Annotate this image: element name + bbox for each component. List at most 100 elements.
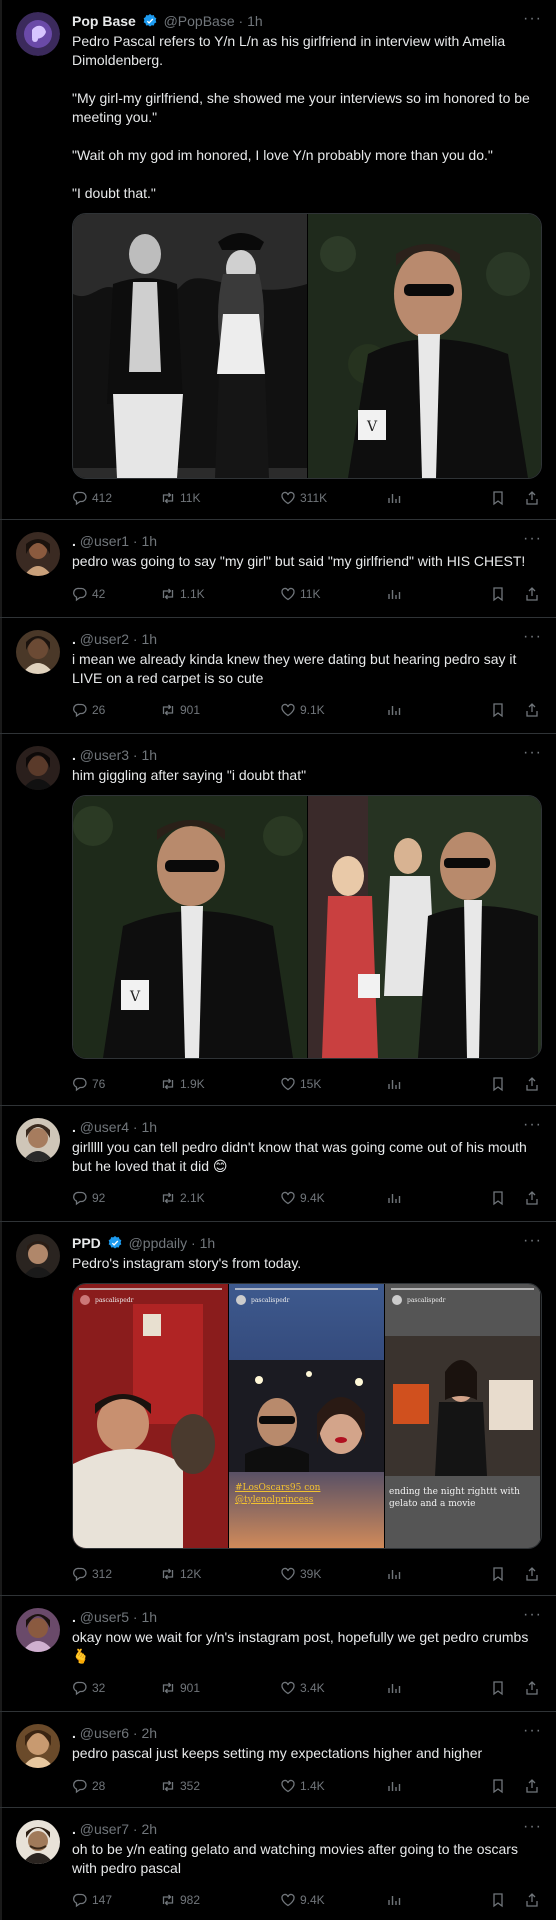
handle[interactable]: @PopBase bbox=[164, 13, 235, 29]
more-options-icon[interactable]: ··· bbox=[523, 1606, 542, 1624]
share-button[interactable] bbox=[524, 490, 540, 506]
reply-button[interactable]: 92 bbox=[72, 1190, 105, 1206]
timestamp[interactable]: 1h bbox=[141, 1609, 157, 1625]
share-button[interactable] bbox=[524, 1778, 540, 1794]
views-button[interactable] bbox=[386, 1076, 402, 1092]
views-button[interactable] bbox=[386, 1892, 402, 1908]
views-button[interactable] bbox=[386, 1778, 402, 1794]
share-button[interactable] bbox=[524, 1190, 540, 1206]
like-button[interactable]: 3.4K bbox=[280, 1680, 325, 1696]
display-name[interactable]: . bbox=[72, 533, 76, 549]
reply-button[interactable]: 147 bbox=[72, 1892, 112, 1908]
display-name[interactable]: Pop Base bbox=[72, 13, 136, 29]
retweet-button[interactable]: 901 bbox=[160, 1680, 200, 1696]
retweet-button[interactable]: 1.9K bbox=[160, 1076, 205, 1092]
display-name[interactable]: . bbox=[72, 747, 76, 763]
handle[interactable]: @user4 bbox=[80, 1119, 129, 1135]
like-button[interactable]: 11K bbox=[280, 586, 320, 602]
share-button[interactable] bbox=[524, 586, 540, 602]
like-button[interactable]: 15K bbox=[280, 1076, 321, 1092]
display-name[interactable]: . bbox=[72, 631, 76, 647]
avatar[interactable] bbox=[16, 1118, 60, 1162]
like-button[interactable]: 9.4K bbox=[280, 1892, 325, 1908]
display-name[interactable]: . bbox=[72, 1119, 76, 1135]
bookmark-button[interactable] bbox=[490, 702, 506, 718]
views-button[interactable] bbox=[386, 586, 402, 602]
retweet-button[interactable]: 1.1K bbox=[160, 586, 205, 602]
timestamp[interactable]: 1h bbox=[247, 13, 263, 29]
retweet-button[interactable]: 12K bbox=[160, 1566, 201, 1582]
reply-button[interactable]: 28 bbox=[72, 1778, 105, 1794]
display-name[interactable]: . bbox=[72, 1609, 76, 1625]
avatar[interactable] bbox=[16, 1820, 60, 1864]
avatar[interactable] bbox=[16, 532, 60, 576]
tweet-ppd[interactable]: PPD @ppdaily · 1h ··· Pedro's instagram … bbox=[0, 1222, 556, 1596]
avatar[interactable] bbox=[16, 746, 60, 790]
story-2[interactable]: pascalispedr #LosOscars95 con @tylenolpr… bbox=[229, 1284, 384, 1548]
photo-bw-couple[interactable] bbox=[73, 214, 307, 478]
share-button[interactable] bbox=[524, 702, 540, 718]
bookmark-button[interactable] bbox=[490, 1778, 506, 1794]
display-name[interactable]: . bbox=[72, 1725, 76, 1741]
tweet-media[interactable]: V bbox=[72, 795, 542, 1059]
views-button[interactable] bbox=[386, 1566, 402, 1582]
tweet-reply[interactable]: . @user4 · 1h ··· girlllll you can tell … bbox=[0, 1106, 556, 1222]
more-options-icon[interactable]: ··· bbox=[523, 628, 542, 646]
handle[interactable]: @user6 bbox=[80, 1725, 129, 1741]
bookmark-button[interactable] bbox=[490, 1190, 506, 1206]
more-options-icon[interactable]: ··· bbox=[523, 1722, 542, 1740]
display-name[interactable]: . bbox=[72, 1821, 76, 1837]
bookmark-button[interactable] bbox=[490, 1566, 506, 1582]
share-button[interactable] bbox=[524, 1076, 540, 1092]
bookmark-button[interactable] bbox=[490, 1680, 506, 1696]
tweet-reply[interactable]: . @user5 · 1h ··· okay now we wait for y… bbox=[0, 1596, 556, 1712]
tweet-reply[interactable]: . @user6 · 2h ··· pedro pascal just keep… bbox=[0, 1712, 556, 1808]
bookmark-button[interactable] bbox=[490, 586, 506, 602]
like-button[interactable]: 39K bbox=[280, 1566, 321, 1582]
avatar[interactable] bbox=[16, 1608, 60, 1652]
more-options-icon[interactable]: ··· bbox=[523, 1116, 542, 1134]
tweet-main[interactable]: Pop Base @PopBase · 1h ··· Pedro Pascal … bbox=[0, 0, 556, 520]
tweet-reply[interactable]: . @user2 · 1h ··· i mean we already kind… bbox=[0, 618, 556, 734]
reply-button[interactable]: 42 bbox=[72, 586, 105, 602]
avatar[interactable] bbox=[16, 1724, 60, 1768]
handle[interactable]: @user1 bbox=[80, 533, 129, 549]
story-hashtag[interactable]: #LosOscars95 con bbox=[235, 1482, 320, 1494]
like-button[interactable]: 9.1K bbox=[280, 702, 325, 718]
timestamp[interactable]: 1h bbox=[141, 1119, 157, 1135]
handle[interactable]: @user5 bbox=[80, 1609, 129, 1625]
views-button[interactable] bbox=[386, 490, 402, 506]
tweet-media[interactable]: pascalispedr pascalispedr #LosOscars95 c… bbox=[72, 1283, 542, 1549]
timestamp[interactable]: 1h bbox=[141, 631, 157, 647]
share-button[interactable] bbox=[524, 1680, 540, 1696]
reply-button[interactable]: 32 bbox=[72, 1680, 105, 1696]
retweet-button[interactable]: 11K bbox=[160, 490, 200, 506]
tweet-reply[interactable]: . @user3 · 1h ··· him giggling after say… bbox=[0, 734, 556, 1106]
views-button[interactable] bbox=[386, 1680, 402, 1696]
story-1[interactable]: pascalispedr bbox=[73, 1284, 228, 1548]
timestamp[interactable]: 1h bbox=[200, 1235, 216, 1251]
timestamp[interactable]: 2h bbox=[141, 1821, 157, 1837]
more-options-icon[interactable]: ··· bbox=[523, 1818, 542, 1836]
video-frame-crowd[interactable] bbox=[308, 796, 541, 1058]
handle[interactable]: @user2 bbox=[80, 631, 129, 647]
timestamp[interactable]: 2h bbox=[141, 1725, 157, 1741]
more-options-icon[interactable]: ··· bbox=[523, 744, 542, 762]
like-button[interactable]: 1.4K bbox=[280, 1778, 325, 1794]
reply-button[interactable]: 312 bbox=[72, 1566, 112, 1582]
reply-button[interactable]: 76 bbox=[72, 1076, 105, 1092]
handle[interactable]: @user7 bbox=[80, 1821, 129, 1837]
more-options-icon[interactable]: ··· bbox=[523, 1232, 542, 1250]
views-button[interactable] bbox=[386, 1190, 402, 1206]
bookmark-button[interactable] bbox=[490, 490, 506, 506]
reply-button[interactable]: 412 bbox=[72, 490, 112, 506]
reply-button[interactable]: 26 bbox=[72, 702, 105, 718]
bookmark-button[interactable] bbox=[490, 1076, 506, 1092]
display-name[interactable]: PPD bbox=[72, 1235, 101, 1251]
story-mention[interactable]: @tylenolprincess bbox=[235, 1494, 313, 1506]
avatar[interactable] bbox=[16, 12, 60, 56]
like-button[interactable]: 311K bbox=[280, 490, 327, 506]
handle[interactable]: @user3 bbox=[80, 747, 129, 763]
retweet-button[interactable]: 2.1K bbox=[160, 1190, 205, 1206]
bookmark-button[interactable] bbox=[490, 1892, 506, 1908]
